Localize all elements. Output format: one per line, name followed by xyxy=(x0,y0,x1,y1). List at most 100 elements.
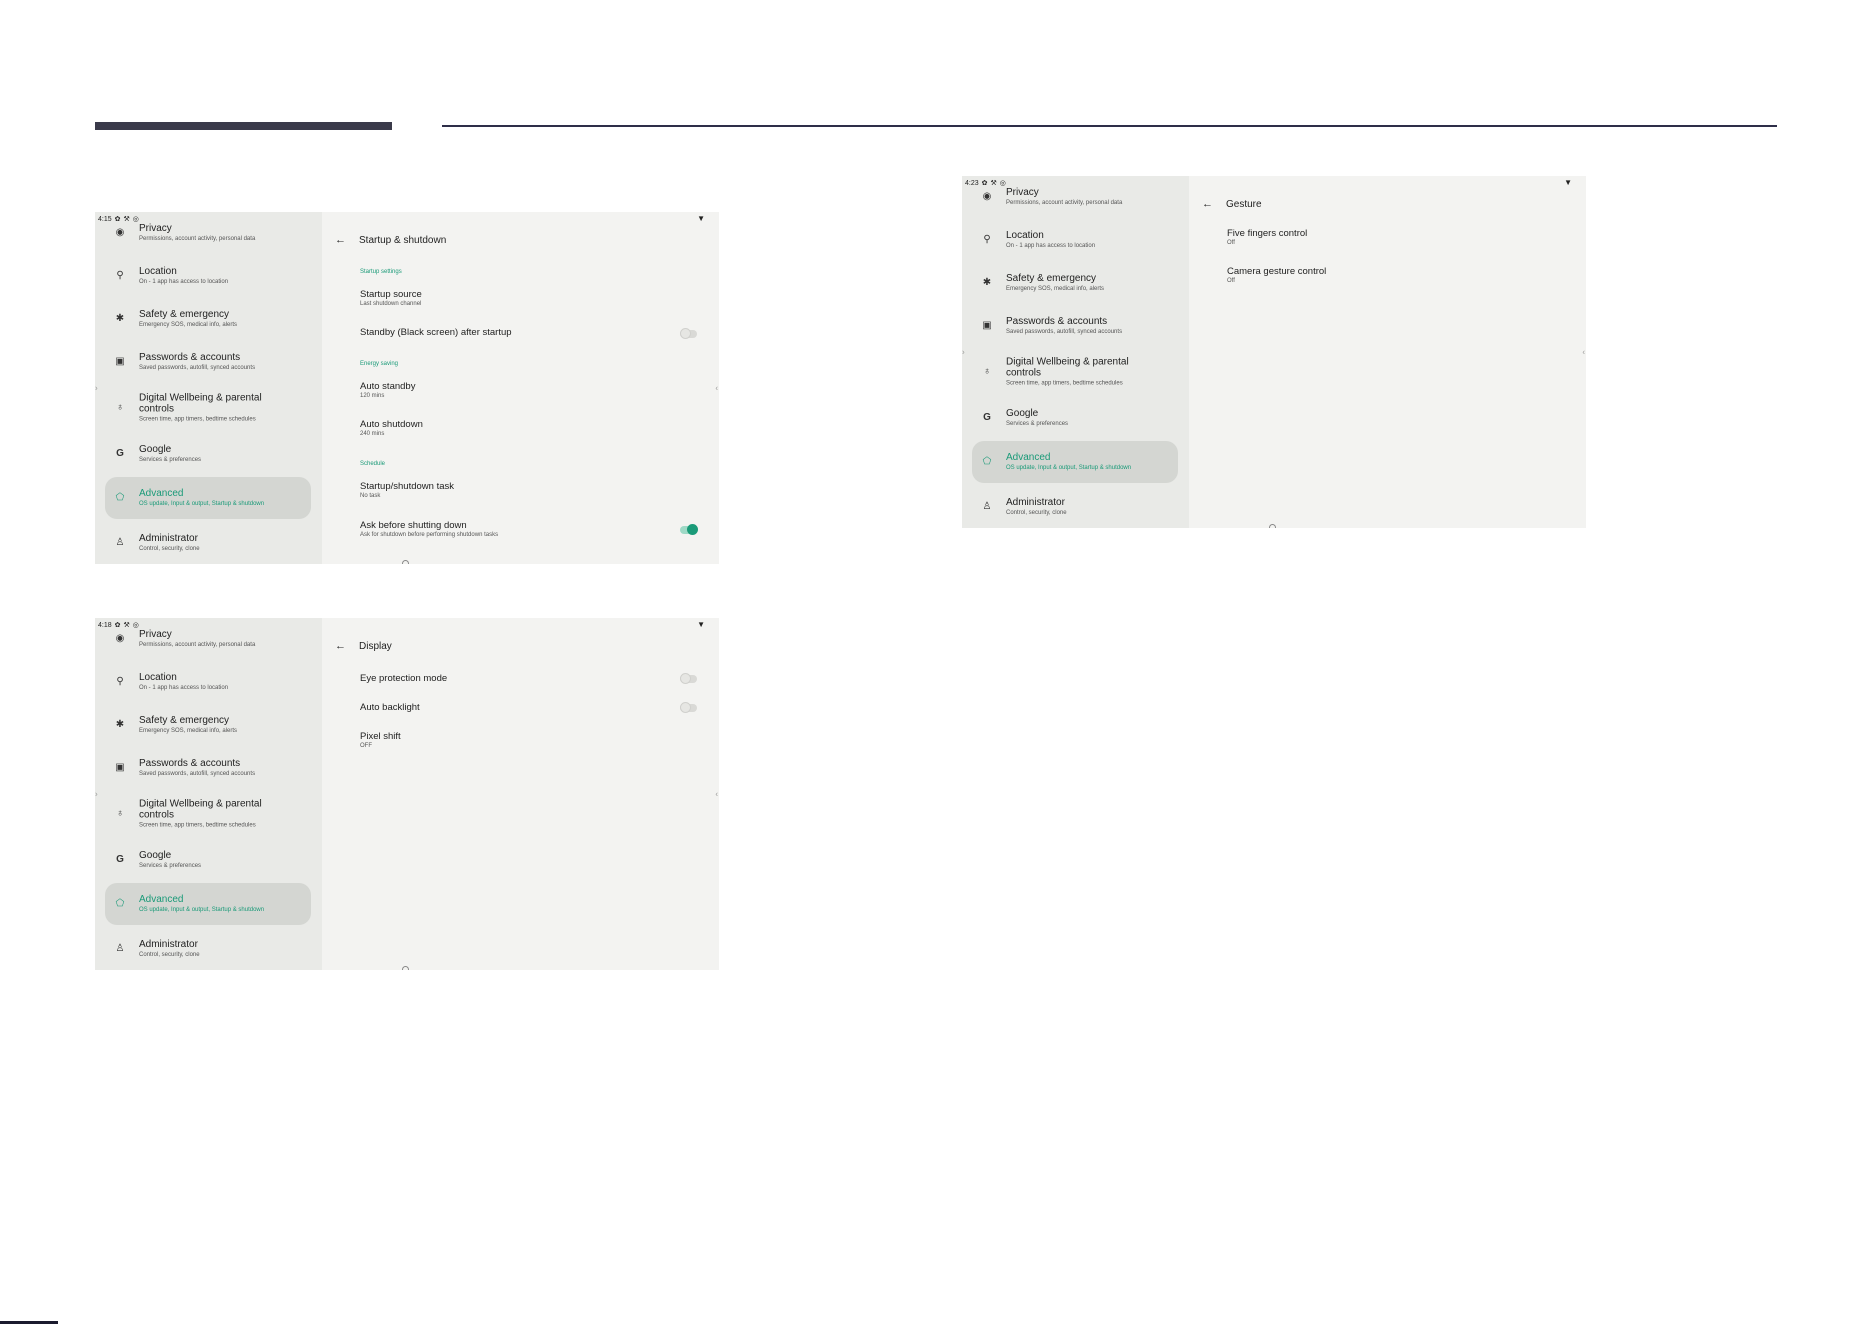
sidebar-item-administrator[interactable]: ♙ Administrator Control, security, clone xyxy=(972,488,1178,526)
sidebar-item-label: Location xyxy=(139,672,177,683)
header-accent-bar xyxy=(95,122,392,130)
sidebar-item-wellbeing[interactable]: ♁ Digital Wellbeing & parental controls S… xyxy=(105,386,311,430)
location-pin-icon: ⚲ xyxy=(116,676,124,687)
setting-standby-after-startup[interactable]: Standby (Black screen) after startup xyxy=(360,327,700,338)
page-header: ← Display xyxy=(335,640,392,652)
sidebar-item-advanced[interactable]: ⬠ Advanced OS update, Input & output, Sta… xyxy=(105,883,311,925)
asterisk-icon: ✱ xyxy=(115,313,125,324)
sidebar-item-google[interactable]: G Google Services & preferences xyxy=(105,841,311,879)
setting-startup-source[interactable]: Startup source Last shutdown channel xyxy=(360,289,700,308)
page-title: Gesture xyxy=(1226,198,1262,210)
setting-subtitle: 240 mins xyxy=(360,431,385,437)
sidebar-item-google[interactable]: G Google Services & preferences xyxy=(105,435,311,473)
section-label-startup-settings: Startup settings xyxy=(360,269,402,275)
sidebar-item-label: Advanced xyxy=(139,894,184,905)
sidebar-item-administrator[interactable]: ♙ Administrator Control, security, clone xyxy=(105,524,311,562)
sidebar-item-subtitle: Saved passwords, autofill, synced accoun… xyxy=(1006,329,1123,335)
screenshot-startup-shutdown: 4:15 ✿ ⚒ ◎ ▼ ◉ Privacy Permissions, accou… xyxy=(95,212,719,564)
chevron-left-icon[interactable]: ‹ xyxy=(715,384,718,393)
setting-auto-standby[interactable]: Auto standby 120 mins xyxy=(360,381,700,400)
sidebar-item-passwords[interactable]: ▣ Passwords & accounts Saved passwords, a… xyxy=(105,343,311,381)
chevron-left-icon[interactable]: ‹ xyxy=(1582,348,1585,357)
sidebar-item-subtitle: Control, security, clone xyxy=(139,952,200,958)
back-arrow-icon[interactable]: ← xyxy=(335,640,346,652)
sidebar-item-label: Privacy xyxy=(1006,187,1039,198)
sidebar-item-label: Privacy xyxy=(139,223,172,234)
wrench-status-icon: ⚒ xyxy=(990,179,997,187)
location-pin-icon: ⚲ xyxy=(116,270,124,281)
chevron-right-icon[interactable]: › xyxy=(962,348,965,357)
setting-startup-shutdown-task[interactable]: Startup/shutdown task No task xyxy=(360,481,700,500)
sidebar-item-location[interactable]: ⚲ Location On - 1 app has access to locat… xyxy=(972,221,1178,259)
setting-camera-gesture-control[interactable]: Camera gesture control Off xyxy=(1227,266,1567,285)
page-title: Display xyxy=(359,640,392,652)
standby-toggle[interactable] xyxy=(680,328,697,339)
setting-title: Auto backlight xyxy=(360,702,420,713)
scroll-handle-icon[interactable] xyxy=(402,560,409,564)
back-arrow-icon[interactable]: ← xyxy=(1202,198,1213,210)
setting-title: Auto standby xyxy=(360,381,416,392)
asterisk-icon: ✱ xyxy=(115,719,125,730)
sidebar-item-advanced[interactable]: ⬠ Advanced OS update, Input & output, Sta… xyxy=(105,477,311,519)
settings-sidebar: ◉ Privacy Permissions, account activity, … xyxy=(962,176,1189,528)
auto-backlight-toggle[interactable] xyxy=(680,702,697,713)
setting-auto-shutdown[interactable]: Auto shutdown 240 mins xyxy=(360,419,700,438)
sidebar-item-label: Advanced xyxy=(1006,452,1051,463)
scroll-handle-icon[interactable] xyxy=(1269,524,1276,528)
sidebar-item-location[interactable]: ⚲ Location On - 1 app has access to locat… xyxy=(105,663,311,701)
page-header: ← Startup & shutdown xyxy=(335,234,446,246)
sidebar-item-safety[interactable]: ✱ Safety & emergency Emergency SOS, medic… xyxy=(105,300,311,338)
wellbeing-icon: ♁ xyxy=(983,366,991,377)
sidebar-item-administrator[interactable]: ♙ Administrator Control, security, clone xyxy=(105,930,311,968)
settings-sidebar: ◉ Privacy Permissions, account activity, … xyxy=(95,212,322,564)
setting-subtitle: 120 mins xyxy=(360,393,385,399)
setting-eye-protection-mode[interactable]: Eye protection mode xyxy=(360,673,700,684)
setting-five-fingers-control[interactable]: Five fingers control Off xyxy=(1227,228,1567,247)
chevron-right-icon[interactable]: › xyxy=(95,384,98,393)
sidebar-item-passwords[interactable]: ▣ Passwords & accounts Saved passwords, a… xyxy=(105,749,311,787)
sidebar-item-label: Administrator xyxy=(139,939,198,950)
circle-status-icon: ◎ xyxy=(132,621,139,629)
back-arrow-icon[interactable]: ← xyxy=(335,234,346,246)
setting-auto-backlight[interactable]: Auto backlight xyxy=(360,702,700,713)
setting-title: Auto shutdown xyxy=(360,419,423,430)
circle-status-icon: ◎ xyxy=(132,215,139,223)
sidebar-item-google[interactable]: G Google Services & preferences xyxy=(972,399,1178,437)
wrench-status-icon: ⚒ xyxy=(123,621,130,629)
toggle-knob xyxy=(680,702,691,713)
sidebar-item-subtitle: Services & preferences xyxy=(139,457,202,463)
privacy-eye-icon: ◉ xyxy=(115,227,125,238)
scroll-handle-icon[interactable] xyxy=(402,966,409,970)
setting-title: Startup source xyxy=(360,289,422,300)
sidebar-item-wellbeing[interactable]: ♁ Digital Wellbeing & parental controls S… xyxy=(972,350,1178,394)
setting-ask-before-shutting-down[interactable]: Ask before shutting down Ask for shutdow… xyxy=(360,520,700,539)
sidebar-item-subtitle: OS update, Input & output, Startup & shu… xyxy=(139,501,265,507)
sidebar-item-location[interactable]: ⚲ Location On - 1 app has access to locat… xyxy=(105,257,311,295)
setting-title: Eye protection mode xyxy=(360,673,448,684)
page-title: Startup & shutdown xyxy=(359,234,447,246)
asterisk-icon: ✱ xyxy=(982,277,992,288)
sidebar-item-subtitle: Emergency SOS, medical info, alerts xyxy=(139,322,238,328)
sidebar-item-wellbeing[interactable]: ♁ Digital Wellbeing & parental controls S… xyxy=(105,792,311,836)
screenshot-gesture: 4:23 ✿ ⚒ ◎ ▼ ◉ Privacy Permissions, accou… xyxy=(962,176,1586,528)
setting-subtitle: Off xyxy=(1227,278,1235,284)
sidebar-item-label: Digital Wellbeing & parental controls xyxy=(1006,356,1129,379)
ask-before-shutdown-toggle[interactable] xyxy=(680,524,698,535)
sidebar-item-safety[interactable]: ✱ Safety & emergency Emergency SOS, medic… xyxy=(105,706,311,744)
setting-subtitle: No task xyxy=(360,493,381,499)
account-box-icon: ▣ xyxy=(115,356,125,367)
sidebar-item-safety[interactable]: ✱ Safety & emergency Emergency SOS, medic… xyxy=(972,264,1178,302)
chevron-left-icon[interactable]: ‹ xyxy=(715,790,718,799)
sidebar-item-advanced[interactable]: ⬠ Advanced OS update, Input & output, Sta… xyxy=(972,441,1178,483)
setting-title: Five fingers control xyxy=(1227,228,1308,239)
toggle-knob xyxy=(680,328,691,339)
status-time: 4:18 xyxy=(98,621,112,629)
sidebar-item-passwords[interactable]: ▣ Passwords & accounts Saved passwords, a… xyxy=(972,307,1178,345)
sidebar-item-label: Passwords & accounts xyxy=(139,758,241,769)
setting-pixel-shift[interactable]: Pixel shift OFF xyxy=(360,731,700,750)
wifi-icon: ▼ xyxy=(1564,178,1572,187)
eye-protection-toggle[interactable] xyxy=(680,673,697,684)
chevron-right-icon[interactable]: › xyxy=(95,790,98,799)
setting-title: Camera gesture control xyxy=(1227,266,1327,277)
sidebar-item-subtitle: Saved passwords, autofill, synced accoun… xyxy=(139,365,256,371)
